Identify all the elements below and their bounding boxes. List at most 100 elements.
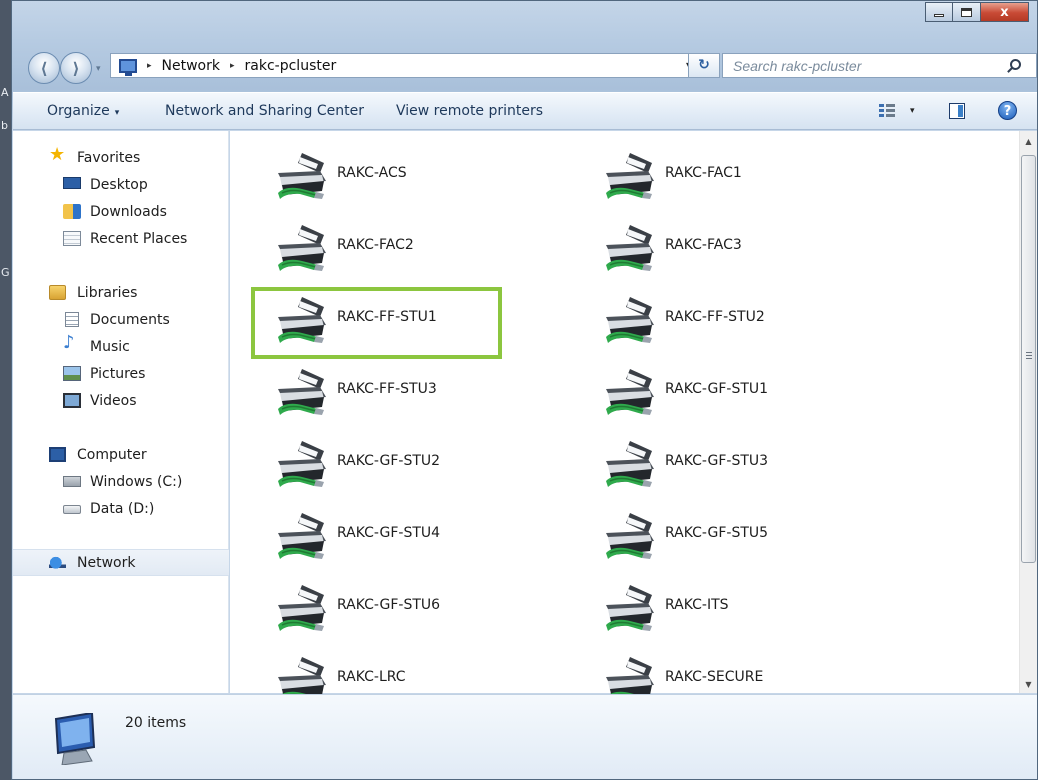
minimize-button[interactable]: [925, 2, 953, 22]
network-printer-icon: [600, 437, 660, 493]
printer-name: RAKC-LRC: [337, 669, 406, 685]
edge-letter: G: [1, 266, 10, 279]
libraries-group: Libraries Documents ♪ Music Pictures Vid…: [13, 279, 229, 414]
nav-libraries[interactable]: Libraries: [13, 279, 229, 306]
search-input[interactable]: [722, 53, 1037, 78]
libraries-icon: [49, 285, 66, 300]
printer-name: RAKC-FAC2: [337, 237, 414, 253]
printer-item[interactable]: RAKC-FAC3: [580, 213, 840, 277]
printer-item[interactable]: RAKC-ACS: [252, 141, 512, 205]
recent-pages-dropdown[interactable]: ▾: [96, 64, 101, 74]
printer-name: RAKC-GF-STU6: [337, 597, 441, 613]
printer-name: RAKC-ACS: [337, 165, 407, 181]
star-icon: ★: [49, 144, 66, 165]
scroll-down-button[interactable]: ▼: [1020, 676, 1037, 693]
computer-group: Computer Windows (C:) Data (D:): [13, 441, 229, 522]
nav-label: Music: [90, 338, 130, 355]
nav-downloads[interactable]: Downloads: [13, 198, 229, 225]
maximize-button[interactable]: [953, 2, 981, 22]
grip-icon: [1026, 352, 1032, 359]
breadcrumb-separator[interactable]: ▸: [230, 61, 235, 71]
nav-pictures[interactable]: Pictures: [13, 360, 229, 387]
printer-item[interactable]: RAKC-GF-STU5: [580, 501, 840, 565]
printer-name: RAKC-SECURE: [665, 669, 764, 685]
file-list: RAKC-ACS RAKC-FAC1 RAKC-FAC2 RAKC-FAC3 RAKC-…: [230, 131, 1019, 703]
close-icon: x: [1000, 4, 1009, 20]
printer-name: RAKC-FF-STU2: [665, 309, 765, 325]
printer-item[interactable]: RAKC-FF-STU2: [580, 285, 840, 349]
edge-letter: A: [1, 86, 9, 99]
network-group: Network: [13, 549, 229, 576]
refresh-button[interactable]: ↻: [688, 53, 720, 78]
navigation-pane: ★ Favorites Desktop Downloads Recent Pla…: [13, 131, 229, 693]
network-printer-icon: [600, 509, 660, 565]
nav-music[interactable]: ♪ Music: [13, 333, 229, 360]
network-printer-icon: [272, 365, 332, 421]
nav-videos[interactable]: Videos: [13, 387, 229, 414]
more-views-dropdown[interactable]: ▾: [910, 106, 915, 116]
network-icon: [49, 556, 66, 571]
nav-label: Downloads: [90, 203, 167, 220]
printer-name: RAKC-GF-STU1: [665, 381, 769, 397]
maximize-icon: [961, 7, 972, 17]
close-button[interactable]: x: [981, 2, 1029, 22]
forward-button[interactable]: ⟩: [60, 52, 92, 84]
breadcrumb-rakc-pcluster[interactable]: rakc-pcluster: [245, 58, 337, 74]
scroll-thumb[interactable]: [1021, 155, 1036, 563]
printer-item[interactable]: RAKC-FAC2: [252, 213, 512, 277]
nav-label: Windows (C:): [90, 473, 183, 490]
recent-places-icon: [63, 231, 81, 246]
network-printer-icon: [600, 365, 660, 421]
forward-arrow-icon: ⟩: [72, 58, 80, 78]
nav-label: Pictures: [90, 365, 146, 382]
command-bar: Organize ▾ Network and Sharing Center Vie…: [13, 92, 1037, 130]
nav-label: Favorites: [77, 149, 141, 166]
printer-item[interactable]: RAKC-ITS: [580, 573, 840, 637]
printer-item[interactable]: RAKC-GF-STU1: [580, 357, 840, 421]
downloads-icon: [63, 204, 81, 219]
nav-label: Network: [77, 554, 136, 571]
nav-label: Libraries: [77, 284, 138, 301]
preview-pane-icon[interactable]: [949, 103, 965, 119]
breadcrumb-separator[interactable]: ▸: [147, 61, 152, 71]
back-arrow-icon: ⟨: [40, 58, 48, 78]
edge-letter: b: [1, 119, 8, 132]
address-field[interactable]: ▸ Network ▸ rakc-pcluster ▾: [110, 53, 710, 78]
printer-item[interactable]: RAKC-GF-STU2: [252, 429, 512, 493]
nav-network[interactable]: Network: [13, 549, 229, 576]
details-pane: 20 items: [13, 694, 1037, 779]
scroll-up-button[interactable]: ▲: [1020, 133, 1037, 150]
organize-button[interactable]: Organize ▾: [47, 103, 119, 119]
nav-recent-places[interactable]: Recent Places: [13, 225, 229, 252]
help-icon[interactable]: ?: [998, 101, 1017, 120]
computer-icon: [54, 713, 96, 765]
computer-icon: [49, 447, 66, 462]
nav-favorites[interactable]: ★ Favorites: [13, 144, 229, 171]
printer-name: RAKC-GF-STU4: [337, 525, 441, 541]
nav-data-d[interactable]: Data (D:): [13, 495, 229, 522]
breadcrumb-network[interactable]: Network: [162, 58, 220, 74]
printer-name: RAKC-ITS: [665, 597, 729, 613]
printer-item[interactable]: RAKC-GF-STU6: [252, 573, 512, 637]
network-sharing-center-button[interactable]: Network and Sharing Center: [165, 103, 364, 119]
nav-label: Recent Places: [90, 230, 188, 247]
printer-name: RAKC-FAC3: [665, 237, 742, 253]
nav-label: Videos: [90, 392, 137, 409]
nav-desktop[interactable]: Desktop: [13, 171, 229, 198]
printer-item[interactable]: RAKC-FAC1: [580, 141, 840, 205]
view-remote-printers-button[interactable]: View remote printers: [396, 103, 543, 119]
printer-item[interactable]: RAKC-GF-STU4: [252, 501, 512, 565]
hard-drive-icon: [63, 476, 81, 487]
music-icon: ♪: [63, 332, 75, 353]
vertical-scrollbar[interactable]: ▲ ▼: [1019, 131, 1037, 693]
search-icon[interactable]: [1010, 59, 1021, 70]
nav-documents[interactable]: Documents: [13, 306, 229, 333]
nav-label: Desktop: [90, 176, 148, 193]
network-printer-icon: [272, 221, 332, 277]
nav-computer[interactable]: Computer: [13, 441, 229, 468]
printer-item[interactable]: RAKC-GF-STU3: [580, 429, 840, 493]
nav-windows-c[interactable]: Windows (C:): [13, 468, 229, 495]
change-view-icon[interactable]: [879, 104, 895, 119]
printer-item[interactable]: RAKC-FF-STU3: [252, 357, 512, 421]
back-button[interactable]: ⟨: [28, 52, 60, 84]
